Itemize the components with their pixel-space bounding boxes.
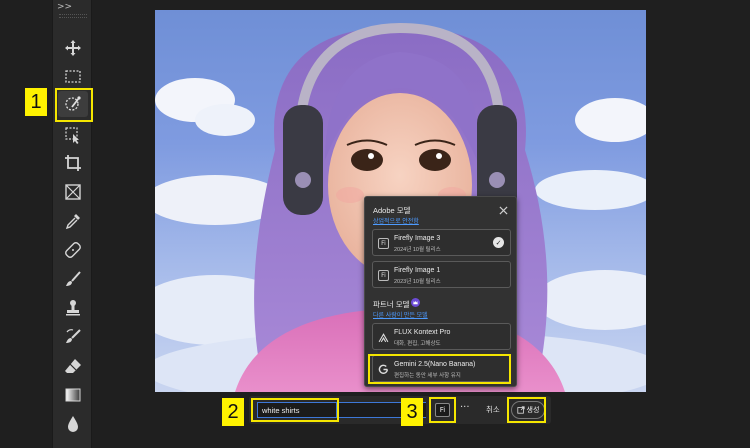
gradient-tool[interactable] — [58, 382, 88, 408]
partner-models-heading: 파트너 모델 — [373, 300, 410, 309]
panel-grip[interactable] — [59, 14, 87, 18]
quick-select-tool[interactable] — [58, 122, 88, 148]
blur-drop-icon — [68, 416, 78, 432]
callout-highlight-2 — [251, 398, 339, 422]
eyedropper-tool[interactable] — [58, 208, 88, 234]
crop-tool[interactable] — [58, 150, 88, 176]
brush-icon — [66, 271, 81, 286]
callout-highlight-gemini — [368, 354, 511, 384]
eyedropper-icon — [65, 214, 80, 230]
callout-number-2: 2 — [222, 398, 244, 426]
callout-number-3: 3 — [401, 398, 423, 426]
callout-highlight-generate — [507, 397, 546, 423]
model-option-firefly-image-1[interactable]: Fi Firefly Image 1 2023년 10월 릴리스 — [372, 261, 511, 288]
model-option-flux-kontext-pro[interactable]: FLUX Kontext Pro 대화, 편집, 고해상도 — [372, 323, 511, 350]
partner-models-link[interactable]: 다른 사람이 만든 모델 — [373, 310, 428, 319]
move-icon — [65, 40, 81, 56]
model-name: Firefly Image 1 — [394, 267, 441, 274]
blur-tool[interactable] — [58, 411, 88, 437]
selected-check-icon: ✓ — [493, 237, 504, 248]
close-icon[interactable] — [499, 206, 508, 215]
clone-stamp-tool[interactable] — [58, 295, 88, 321]
eraser-tool[interactable] — [58, 353, 88, 379]
collapse-panel-button[interactable]: >> — [57, 2, 72, 12]
flux-icon — [378, 333, 389, 343]
clone-stamp-icon — [66, 300, 80, 316]
firefly-icon: Fi — [378, 270, 389, 281]
cancel-button[interactable]: 취소 — [486, 404, 500, 415]
callout-highlight-1 — [55, 88, 93, 122]
commercially-safe-link[interactable]: 상업적으로 안전함 — [373, 216, 419, 225]
model-option-firefly-image-3[interactable]: Fi Firefly Image 3 2024년 10월 릴리스 ✓ — [372, 229, 511, 256]
move-tool[interactable] — [58, 35, 88, 61]
model-subtitle: 2024년 10월 릴리스 — [394, 247, 441, 253]
healing-brush-tool[interactable] — [58, 237, 88, 263]
tools-panel: >> — [52, 0, 92, 448]
frame-tool[interactable] — [58, 179, 88, 205]
rect-marquee-icon — [65, 70, 81, 83]
adobe-models-heading: Adobe 모델 — [373, 206, 411, 215]
gradient-icon — [65, 388, 81, 402]
eraser-icon — [65, 359, 81, 373]
crown-badge-icon — [411, 298, 420, 307]
more-options-button[interactable]: ··· — [460, 402, 470, 413]
history-brush-tool[interactable] — [58, 324, 88, 350]
model-subtitle: 대화, 편집, 고해상도 — [394, 341, 441, 347]
healing-brush-icon — [65, 242, 81, 258]
frame-icon — [65, 184, 81, 200]
brush-tool[interactable] — [58, 266, 88, 292]
model-name: FLUX Kontext Pro — [394, 329, 451, 336]
quick-select-icon — [65, 127, 79, 144]
callout-highlight-3 — [429, 397, 456, 423]
marquee-tool[interactable] — [58, 63, 88, 89]
model-name: Firefly Image 3 — [394, 235, 441, 242]
model-subtitle: 2023년 10월 릴리스 — [394, 279, 441, 285]
callout-number-1: 1 — [25, 88, 47, 116]
firefly-icon: Fi — [378, 238, 389, 249]
history-brush-icon — [66, 329, 81, 343]
crop-icon — [65, 155, 81, 171]
